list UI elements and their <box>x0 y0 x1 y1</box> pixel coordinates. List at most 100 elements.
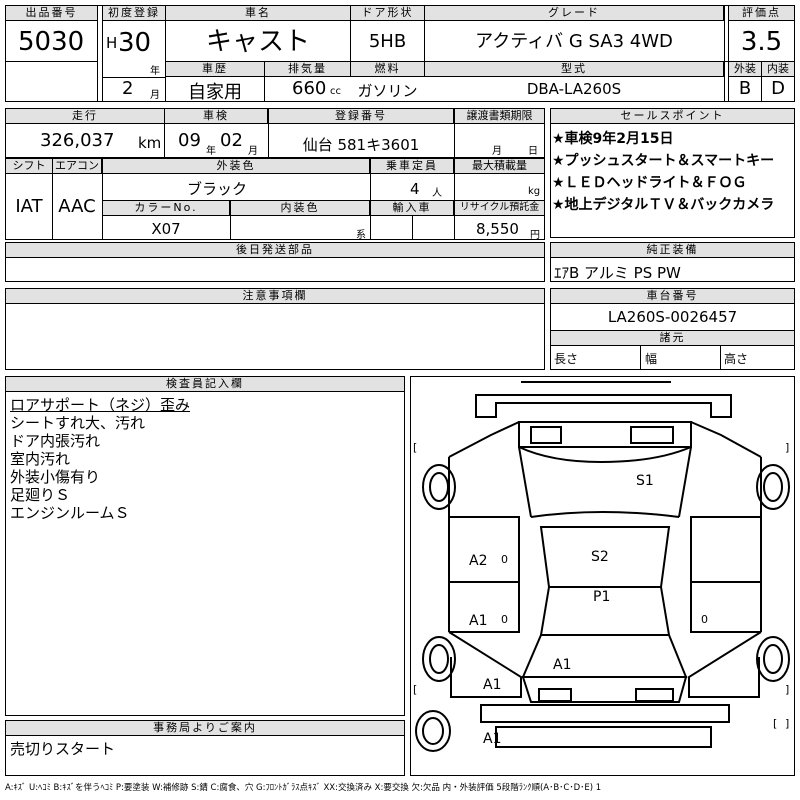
fuel-label: 燃料 <box>350 61 425 77</box>
ext-color-value: ブラック <box>186 180 247 198</box>
damage-mark-front-bumper: A1 <box>483 731 502 747</box>
car-name-label: 車名 <box>165 5 351 21</box>
sales-points-list: ★車検9年2月15日 ★プッシュスタート＆スマートキー ★ＬＥＤヘッドライト＆Ｆ… <box>552 128 795 216</box>
mileage-unit: km <box>138 134 162 152</box>
recycle-label: リサイクル預託金 <box>454 200 545 216</box>
legend-text: A:ｷｽﾞ U:ﾍｺﾐ B:ｷｽﾞを伴うﾍｺﾐ P:要塗装 W:補修跡 S:錆 … <box>5 783 602 793</box>
damage-mark-rear-door: A2 <box>469 553 488 569</box>
history-value: 自家用 <box>188 82 242 103</box>
color-no-value: X07 <box>151 220 181 238</box>
bracket-left-3: [ <box>773 717 778 730</box>
inspector-note-line: ロアサポート（ネジ）歪み <box>10 396 191 414</box>
displacement-value: 660 <box>292 78 327 99</box>
inspection-year-unit: 年 <box>206 146 216 157</box>
genuine-equipment-value: ｴｱB アルミ PS PW <box>554 264 681 282</box>
grade-label: グレード <box>424 5 724 21</box>
car-outline-drawing <box>415 381 790 752</box>
transfer-month-unit: 月 <box>492 146 502 157</box>
score-value: 3.5 <box>740 27 783 57</box>
recycle-unit: 円 <box>530 230 540 241</box>
damage-mark-rear-door-zero: 0 <box>501 553 508 566</box>
int-color-label: 内装色 <box>230 200 370 216</box>
damage-mark-right-zero: 0 <box>701 613 708 626</box>
genuine-equipment-label: 純正装備 <box>550 242 795 258</box>
recycle-value: 8,550 <box>476 220 519 238</box>
interior-grade-label: 内装 <box>761 61 795 77</box>
inspection-year: 09 <box>178 130 201 151</box>
sales-point-item: ★プッシュスタート＆スマートキー <box>552 153 775 169</box>
sales-point-item: ★地上デジタルＴＶ＆バックカメラ <box>552 197 775 213</box>
sales-points-label: セールスポイント <box>550 108 795 124</box>
chassis-value: LA260S-0026457 <box>607 308 738 326</box>
later-parts-label: 後日発送部品 <box>5 242 545 258</box>
inspector-label: 検査員記入欄 <box>5 376 405 392</box>
aircon-label: エアコン <box>52 158 102 174</box>
notes-label: 注意事項欄 <box>5 288 545 304</box>
fuel-value: ガソリン <box>357 82 418 100</box>
inspector-note-line: 足廻りＳ <box>10 486 71 504</box>
mileage-label: 走行 <box>5 108 165 124</box>
door-type-label: ドア形状 <box>350 5 425 21</box>
spec-width-label: 幅 <box>645 352 658 366</box>
office-value: 売切りスタート <box>10 740 116 758</box>
transfer-deadline-label: 譲渡書類期限 <box>454 108 545 124</box>
color-no-label: カラーNo. <box>102 200 230 216</box>
capacity-unit: 人 <box>432 188 442 199</box>
bracket-left-1: [ <box>413 441 418 454</box>
damage-mark-front-door-zero: 0 <box>501 613 508 626</box>
damage-mark-front-fender: A1 <box>483 677 502 693</box>
first-reg-year-unit: 年 <box>150 66 160 77</box>
int-color-unit: 系 <box>356 230 366 241</box>
inspector-note-line: エンジンルームＳ <box>10 504 130 522</box>
model-label: 型式 <box>424 61 724 77</box>
first-reg-month: 2 <box>122 78 134 99</box>
exterior-grade-value: B <box>738 78 752 99</box>
model-value: DBA-LA260S <box>526 80 622 98</box>
shift-label: シフト <box>5 158 53 174</box>
inspector-note-line: 室内汚れ <box>10 450 71 468</box>
door-type-value: 5HB <box>368 31 407 52</box>
capacity-label: 乗車定員 <box>370 158 454 174</box>
bracket-right-1: ] <box>785 441 790 454</box>
plate-value: 仙台 581キ3601 <box>302 136 420 154</box>
grade-value: アクティバ G SA3 4WD <box>475 31 673 52</box>
exterior-grade-label: 外装 <box>728 61 762 77</box>
office-label: 事務局よりご案内 <box>5 720 405 736</box>
bracket-left-2: [ <box>413 683 418 696</box>
damage-mark-front-door: A1 <box>469 613 488 629</box>
specs-label: 諸元 <box>550 330 795 346</box>
max-load-label: 最大積載量 <box>454 158 545 174</box>
shift-value: IAT <box>15 196 43 217</box>
bracket-right-3: ] <box>785 717 790 730</box>
inspection-month-unit: 月 <box>248 146 258 157</box>
inspection-label: 車検 <box>164 108 268 124</box>
first-reg-year: 30 <box>118 28 152 58</box>
plate-label: 登録番号 <box>268 108 454 124</box>
lot-no-value: 5030 <box>18 27 85 57</box>
spec-height-label: 高さ <box>724 352 749 366</box>
bracket-right-2: ] <box>785 683 790 696</box>
mileage-value: 326,037 <box>40 130 115 151</box>
car-damage-diagram: S1 A2 0 S2 P1 A1 0 0 A1 A1 A1 [ ] [ ] [ … <box>410 376 795 776</box>
inspection-month: 02 <box>220 130 243 151</box>
first-reg-era: H <box>106 34 118 52</box>
spec-length-label: 長さ <box>554 352 579 366</box>
aircon-value: AAC <box>58 196 96 217</box>
displacement-unit: cc <box>330 86 341 97</box>
damage-mark-center-p1: P1 <box>593 589 611 605</box>
interior-grade-value: D <box>771 78 785 99</box>
ext-color-label: 外装色 <box>102 158 370 174</box>
first-reg-month-unit: 月 <box>150 90 160 101</box>
inspector-note-line: 外装小傷有り <box>10 468 101 486</box>
chassis-label: 車台番号 <box>550 288 795 304</box>
history-label: 車歴 <box>165 61 265 77</box>
damage-mark-roof: S1 <box>636 473 654 489</box>
transfer-day-unit: 日 <box>528 146 538 157</box>
sales-point-item: ★ＬＥＤヘッドライト＆ＦＯＧ <box>552 175 747 191</box>
lot-no-label: 出品番号 <box>5 5 98 21</box>
inspector-note-line: シートすれ大、汚れ <box>10 414 146 432</box>
max-load-unit: kg <box>528 186 541 197</box>
sales-point-item: ★車検9年2月15日 <box>552 131 674 147</box>
import-label: 輸入車 <box>370 200 454 216</box>
capacity-value: 4 <box>410 180 420 198</box>
